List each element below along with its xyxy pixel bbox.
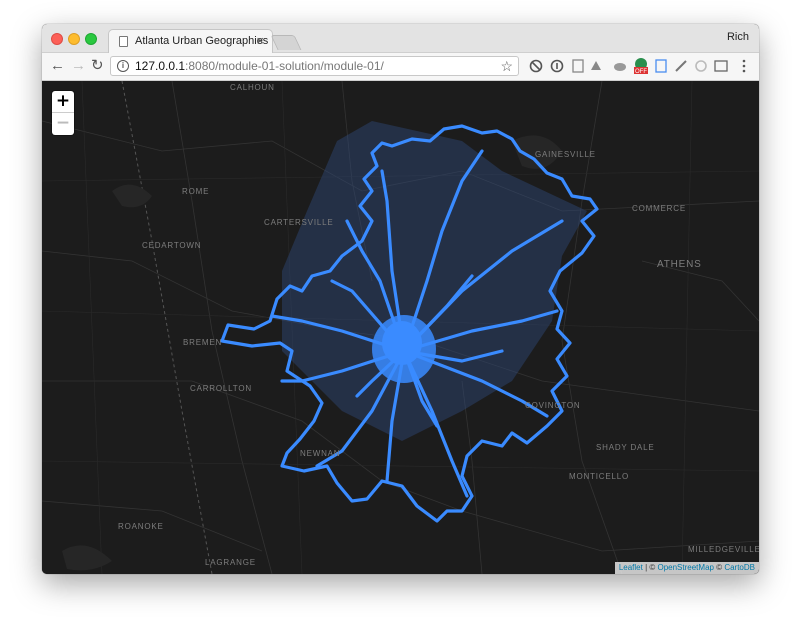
label-commerce: COMMERCE (632, 204, 686, 213)
cast-icon[interactable] (714, 60, 728, 72)
doc-icon[interactable] (572, 59, 584, 73)
drive-icon[interactable] (591, 61, 601, 70)
zoom-in-button[interactable]: + (52, 91, 74, 113)
maximize-window-button[interactable] (85, 33, 97, 45)
label-covington: COVINGTON (525, 401, 581, 410)
label-calhoun: CALHOUN (230, 83, 275, 92)
basemap (42, 81, 759, 574)
tab-atlanta-urban-geographies[interactable]: Atlanta Urban Geographies × (108, 29, 273, 53)
attribution-copyright: © (713, 563, 725, 572)
label-roanoke: ROANOKE (118, 522, 164, 531)
label-cartersville: CARTERSVILLE (264, 218, 334, 227)
label-carrollton: CARROLLTON (190, 384, 252, 393)
page-icon (119, 36, 128, 47)
menu-icon[interactable] (742, 59, 746, 73)
openstreetmap-link[interactable]: OpenStreetMap (657, 563, 713, 572)
link-icon[interactable] (695, 60, 707, 72)
url-text[interactable]: 127.0.0.1:8080/module-01-solution/module… (135, 59, 384, 73)
leaflet-link[interactable]: Leaflet (619, 563, 643, 572)
info-icon[interactable] (550, 59, 564, 73)
minimize-window-button[interactable] (68, 33, 80, 45)
label-newnan: NEWNAN (300, 449, 341, 458)
label-shady-dale: SHADY DALE (596, 443, 655, 452)
profile-button[interactable]: Rich (727, 31, 749, 43)
site-info-icon[interactable]: i (117, 60, 129, 72)
sync-icon[interactable] (529, 59, 543, 73)
zoom-out-button[interactable]: − (52, 113, 74, 135)
title-bar: Atlanta Urban Geographies × Rich (42, 24, 759, 53)
label-athens: ATHENS (657, 259, 702, 270)
reload-button[interactable]: ↻ (91, 58, 104, 74)
adblock-off-icon[interactable]: OFF (634, 58, 648, 75)
svg-text:OFF: OFF (635, 69, 647, 75)
cartodb-link[interactable]: CartoDB (724, 563, 755, 572)
cloud-icon[interactable] (614, 63, 626, 71)
extension-icons: OFF (529, 58, 746, 75)
label-lagrange: LAGRANGE (205, 558, 256, 567)
zoom-control: + − (52, 91, 74, 135)
address-bar[interactable]: i 127.0.0.1:8080/module-01-solution/modu… (110, 56, 519, 76)
browser-window: Atlanta Urban Geographies × Rich ← → ↻ i… (42, 24, 759, 574)
map-attribution: Leaflet | © OpenStreetMap © CartoDB (614, 562, 759, 574)
close-tab-icon[interactable]: × (256, 33, 264, 49)
browser-toolbar: ← → ↻ i 127.0.0.1:8080/module-01-solutio… (42, 53, 759, 81)
close-window-button[interactable] (51, 33, 63, 45)
label-cedartown: CEDARTOWN (142, 241, 202, 250)
bookmark-star-icon[interactable]: ☆ (500, 58, 513, 75)
pen-icon[interactable] (675, 60, 687, 72)
new-tab-button[interactable] (270, 35, 302, 50)
forward-button[interactable]: → (71, 58, 86, 74)
tab-title: Atlanta Urban Geographies (135, 35, 269, 47)
privacy-icon[interactable] (655, 59, 667, 73)
label-gainesville: GAINESVILLE (535, 150, 596, 159)
label-bremen: BREMEN (183, 338, 223, 347)
label-rome: ROME (182, 187, 210, 196)
label-milledgeville: MILLEDGEVILLE (688, 545, 759, 554)
map-view[interactable]: CALHOUN GAINESVILLE ROME CARTERSVILLE CO… (42, 81, 759, 574)
back-button[interactable]: ← (50, 58, 65, 74)
label-monticello: MONTICELLO (569, 472, 630, 481)
attribution-separator: | © (642, 563, 658, 572)
